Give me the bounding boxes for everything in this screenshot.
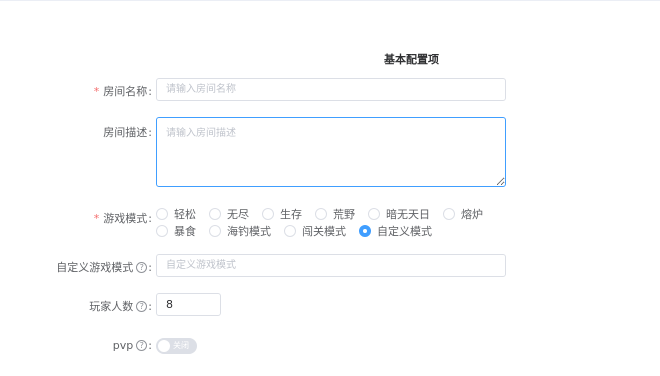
room-config-page: 基本配置项 * 房间名称 : 房间描述 : * 游戏模式 : 轻松 无尽 生存 … — [0, 0, 660, 376]
radio-circle-icon[interactable] — [209, 224, 221, 237]
room-desc-textarea[interactable] — [156, 117, 506, 187]
game-mode-radio-group: 轻松 无尽 生存 荒野 暗无天日 熔炉 暴食 海钓模式 闯关模式 自定义模式 — [156, 205, 483, 239]
radio-circle-icon[interactable] — [284, 224, 296, 237]
required-mark: * — [93, 84, 100, 98]
pvp-label: pvp ? : — [112, 339, 152, 352]
switch-knob — [158, 340, 170, 352]
radio-option[interactable]: 海钓模式 — [209, 223, 271, 239]
radio-option[interactable]: 熔炉 — [443, 206, 483, 222]
question-circle-icon[interactable]: ? — [136, 340, 148, 351]
pvp-switch[interactable]: 关闭 — [156, 338, 197, 354]
custom-mode-input[interactable] — [156, 254, 506, 277]
radio-circle-icon[interactable] — [443, 207, 455, 220]
radio-line-1: 轻松 无尽 生存 荒野 暗无天日 熔炉 — [156, 205, 483, 222]
custom-mode-label: 自定义游戏模式 ? : — [56, 260, 152, 275]
required-mark: * — [93, 211, 100, 225]
section-title: 基本配置项 — [384, 53, 439, 66]
question-circle-icon[interactable]: ? — [136, 261, 148, 273]
radio-circle-icon[interactable] — [262, 207, 274, 220]
switch-text: 关闭 — [173, 341, 189, 350]
top-divider — [0, 0, 660, 1]
question-circle-icon[interactable]: ? — [136, 300, 148, 312]
room-name-input[interactable] — [156, 78, 506, 101]
room-name-label: * 房间名称 : — [93, 84, 152, 99]
game-mode-label: * 游戏模式 : — [93, 211, 152, 226]
radio-circle-icon[interactable] — [156, 224, 168, 237]
radio-circle-icon[interactable] — [156, 207, 168, 220]
radio-circle-icon[interactable] — [368, 207, 380, 220]
radio-option[interactable]: 暴食 — [156, 223, 196, 239]
radio-circle-icon[interactable] — [315, 207, 327, 220]
radio-option[interactable]: 无尽 — [209, 206, 249, 222]
radio-circle-icon[interactable] — [209, 207, 221, 220]
player-count-input[interactable]: 8 — [156, 293, 221, 316]
radio-option[interactable]: 荒野 — [315, 206, 355, 222]
radio-option[interactable]: 闯关模式 — [284, 223, 346, 239]
radio-option[interactable]: 暗无天日 — [368, 206, 430, 222]
radio-option[interactable]: 生存 — [262, 206, 302, 222]
room-desc-label: 房间描述 : — [103, 125, 152, 140]
radio-line-2: 暴食 海钓模式 闯关模式 自定义模式 — [156, 222, 476, 239]
radio-option[interactable]: 轻松 — [156, 206, 196, 222]
player-count-label: 玩家人数 ? : — [89, 299, 152, 314]
radio-checked-icon[interactable] — [359, 224, 371, 237]
radio-option-selected[interactable]: 自定义模式 — [359, 223, 432, 239]
